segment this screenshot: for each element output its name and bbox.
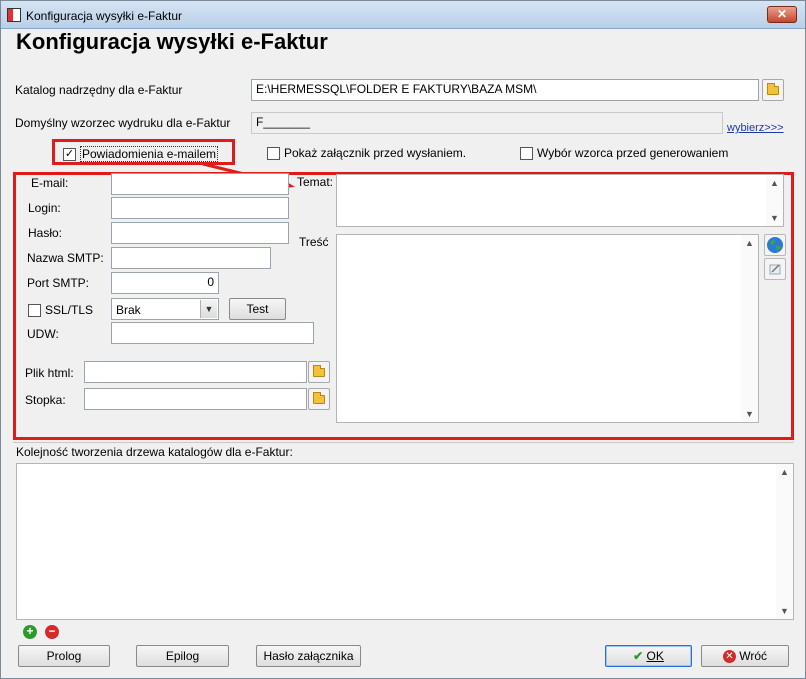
smtp-name-label: Nazwa SMTP:: [27, 251, 104, 265]
back-button[interactable]: ✕ Wróć: [701, 645, 789, 667]
catalog-label: Katalog nadrzędny dla e-Faktur: [15, 83, 183, 97]
checkbox-checked-icon: ✓: [63, 147, 76, 161]
html-file-input[interactable]: [84, 361, 307, 383]
smtp-port-label: Port SMTP:: [27, 276, 90, 290]
cc-input[interactable]: [111, 322, 314, 344]
close-button[interactable]: ✕: [767, 6, 797, 23]
ssl-mode-select[interactable]: Brak ▼: [111, 298, 219, 320]
prolog-button[interactable]: Prolog: [18, 645, 110, 667]
back-label: Wróć: [739, 649, 768, 663]
smtp-port-input[interactable]: 0: [111, 272, 219, 294]
password-label: Hasło:: [28, 226, 63, 240]
email-label: E-mail:: [31, 176, 69, 190]
tree-scrollbar[interactable]: ▲ ▼: [776, 464, 793, 619]
app-icon: [7, 8, 21, 22]
ok-button[interactable]: ✔ OK: [605, 645, 692, 667]
checkbox-icon: [520, 146, 533, 160]
globe-icon: [767, 237, 783, 253]
folder-icon: [767, 83, 779, 95]
show-attachment-label: Pokaż załącznik przed wysłaniem.: [284, 146, 467, 160]
template-input[interactable]: F_______: [251, 112, 723, 134]
tree-label: Kolejność tworzenia drzewa katalogów dla…: [16, 445, 293, 459]
email-notifications-label: Powiadomienia e-mailem: [80, 146, 219, 162]
folder-icon: [313, 365, 325, 377]
attachment-password-button[interactable]: Hasło załącznika: [256, 645, 361, 667]
window-title: Konfiguracja wysyłki e-Faktur: [26, 9, 183, 23]
folder-icon: [313, 392, 325, 404]
checkbox-icon: [267, 146, 280, 160]
chevron-down-icon[interactable]: ▼: [200, 300, 217, 318]
html-file-browse-button[interactable]: [308, 361, 330, 383]
password-input[interactable]: [111, 222, 289, 244]
choose-template-link[interactable]: wybierz>>>: [727, 122, 784, 134]
scroll-down-icon[interactable]: ▼: [766, 211, 783, 225]
body-scrollbar[interactable]: ▲ ▼: [741, 235, 758, 422]
ssl-checkbox[interactable]: SSL/TLS: [28, 303, 93, 317]
subject-label: Temat:: [297, 175, 334, 189]
remove-icon[interactable]: −: [45, 625, 59, 639]
globe-button[interactable]: [764, 234, 786, 256]
cc-label: UDW:: [27, 327, 59, 341]
footer-browse-button[interactable]: [308, 388, 330, 410]
body-textarea[interactable]: ▲ ▼: [336, 234, 759, 423]
choose-template-label: Wybór wzorca przed generowaniem: [537, 146, 729, 160]
checkmark-icon: ✔: [633, 649, 644, 663]
checkbox-icon: [28, 303, 41, 317]
title-bar: Konfiguracja wysyłki e-Faktur ✕: [1, 1, 805, 29]
scroll-up-icon[interactable]: ▲: [766, 176, 783, 190]
epilog-button[interactable]: Epilog: [136, 645, 229, 667]
ssl-mode-value: Brak: [116, 303, 141, 317]
login-input[interactable]: [111, 197, 289, 219]
edit-button[interactable]: [764, 258, 786, 280]
scroll-down-icon[interactable]: ▼: [776, 604, 793, 618]
cancel-icon: ✕: [722, 650, 736, 664]
dialog-window: Konfiguracja wysyłki e-Faktur ✕ Konfigur…: [0, 0, 806, 679]
smtp-name-input[interactable]: [111, 247, 271, 269]
html-file-label: Plik html:: [25, 366, 74, 380]
add-icon[interactable]: +: [23, 625, 37, 639]
ssl-label: SSL/TLS: [45, 303, 94, 317]
scroll-down-icon[interactable]: ▼: [741, 407, 758, 421]
footer-label: Stopka:: [25, 393, 66, 407]
template-label: Domyślny wzorzec wydruku dla e-Faktur: [15, 116, 231, 130]
pencil-icon: [769, 264, 781, 275]
email-notifications-checkbox[interactable]: ✓ Powiadomienia e-mailem: [63, 146, 219, 162]
tree-list[interactable]: ▲ ▼: [16, 463, 794, 620]
scroll-up-icon[interactable]: ▲: [741, 236, 758, 250]
body-label: Treść: [299, 235, 329, 249]
divider: [13, 442, 794, 443]
login-label: Login:: [28, 201, 61, 215]
ok-label: OK: [646, 649, 664, 663]
footer-input[interactable]: [84, 388, 307, 410]
subject-textarea[interactable]: ▲ ▼: [336, 174, 784, 227]
subject-scrollbar[interactable]: ▲ ▼: [766, 175, 783, 226]
scroll-up-icon[interactable]: ▲: [776, 465, 793, 479]
catalog-browse-button[interactable]: [762, 79, 784, 101]
choose-template-checkbox[interactable]: Wybór wzorca przed generowaniem: [520, 146, 728, 160]
show-attachment-checkbox[interactable]: Pokaż załącznik przed wysłaniem.: [267, 146, 466, 160]
catalog-input[interactable]: E:\HERMESSQL\FOLDER E FAKTURY\BAZA MSM\: [251, 79, 759, 101]
page-title: Konfiguracja wysyłki e-Faktur: [16, 29, 328, 54]
test-button[interactable]: Test: [229, 298, 286, 320]
email-input[interactable]: [111, 173, 289, 195]
